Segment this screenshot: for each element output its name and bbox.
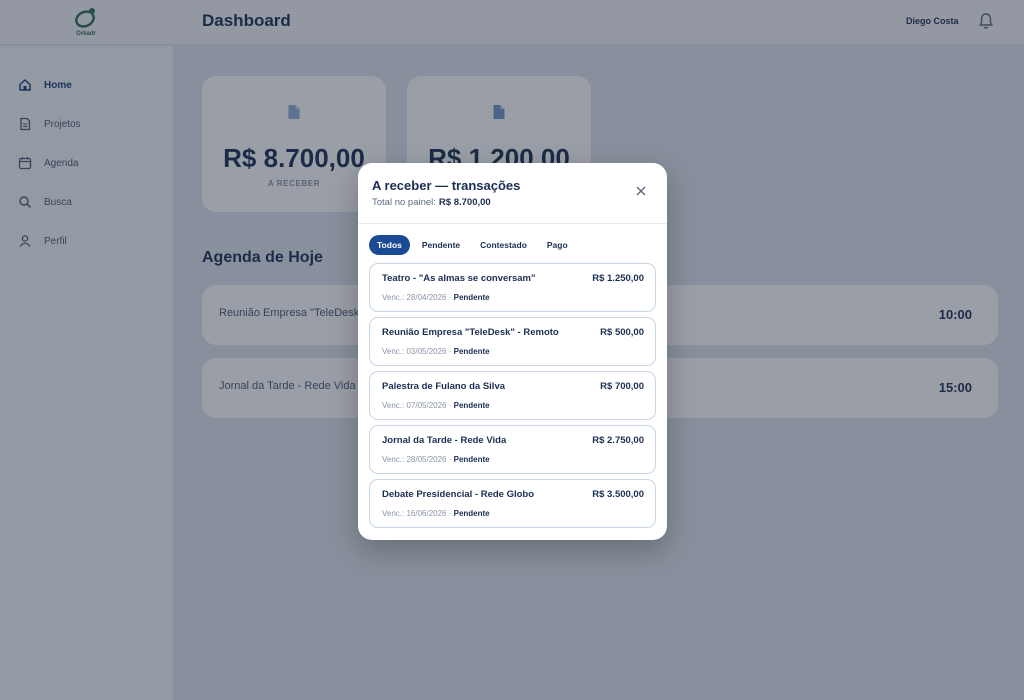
transaction-item[interactable]: Debate Presidencial - Rede Globo R$ 3.50… [369, 479, 656, 528]
tab-todos[interactable]: Todos [369, 235, 410, 255]
transaction-title: Reunião Empresa "TeleDesk" - Remoto [382, 327, 559, 338]
transaction-meta: Venc.: 16/06/2026 · Pendente [382, 509, 490, 518]
transactions-modal: A receber — transações Total no painel: R… [358, 163, 667, 540]
filter-tabs: Todos Pendente Contestado Pago [369, 235, 576, 255]
modal-header: A receber — transações Total no painel: R… [358, 163, 667, 224]
transaction-amount: R$ 2.750,00 [592, 435, 644, 446]
transaction-due: Venc.: 28/05/2026 [382, 455, 447, 464]
subtitle-total: R$ 8.700,00 [438, 197, 491, 208]
transaction-title: Teatro - "As almas se conversam" [382, 273, 536, 284]
subtitle-label: Total no painel: [372, 197, 436, 208]
transaction-meta: Venc.: 03/05/2026 · Pendente [382, 347, 490, 356]
transaction-item[interactable]: Teatro - "As almas se conversam" R$ 1.25… [369, 263, 656, 312]
transaction-item[interactable]: Palestra de Fulano da Silva R$ 700,00 Ve… [369, 371, 656, 420]
transaction-title: Palestra de Fulano da Silva [382, 381, 506, 392]
transaction-title: Jornal da Tarde - Rede Vida [382, 435, 507, 446]
transaction-due: Venc.: 03/05/2026 [382, 347, 447, 356]
transaction-status: Pendente [453, 455, 490, 464]
tab-pendente[interactable]: Pendente [414, 235, 468, 255]
transaction-item[interactable]: Reunião Empresa "TeleDesk" - Remoto R$ 5… [369, 317, 656, 366]
transaction-status: Pendente [453, 401, 490, 410]
modal-title: A receber — transações [372, 178, 521, 193]
transaction-due: Venc.: 07/05/2026 [382, 401, 447, 410]
close-button[interactable] [629, 179, 653, 203]
transaction-meta: Venc.: 28/04/2026 · Pendente [382, 293, 490, 302]
transaction-due: Venc.: 16/06/2026 [382, 509, 447, 518]
close-icon [636, 186, 646, 196]
transaction-status: Pendente [453, 347, 490, 356]
tab-contestado[interactable]: Contestado [472, 235, 535, 255]
transaction-amount: R$ 500,00 [600, 327, 644, 338]
modal-subtitle: Total no painel: R$ 8.700,00 [372, 197, 491, 208]
transaction-due: Venc.: 28/04/2026 [382, 293, 447, 302]
transaction-meta: Venc.: 07/05/2026 · Pendente [382, 401, 490, 410]
transaction-amount: R$ 3.500,00 [592, 489, 644, 500]
transaction-item[interactable]: Jornal da Tarde - Rede Vida R$ 2.750,00 … [369, 425, 656, 474]
tab-pago[interactable]: Pago [539, 235, 576, 255]
transaction-status: Pendente [453, 509, 490, 518]
transaction-amount: R$ 1.250,00 [592, 273, 644, 284]
transaction-amount: R$ 700,00 [600, 381, 644, 392]
transaction-status: Pendente [453, 293, 490, 302]
transaction-title: Debate Presidencial - Rede Globo [382, 489, 535, 500]
transaction-meta: Venc.: 28/05/2026 · Pendente [382, 455, 490, 464]
